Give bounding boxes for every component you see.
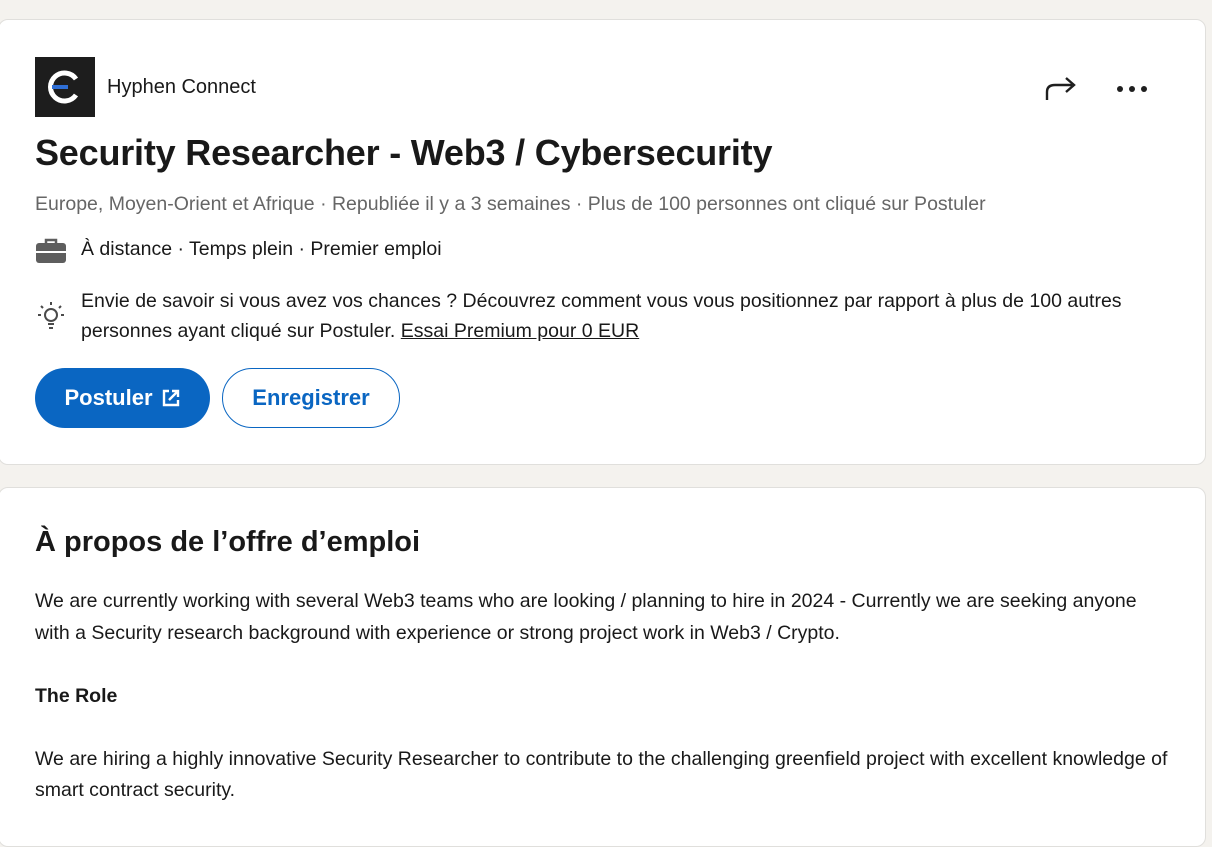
more-options-button[interactable] (1111, 72, 1153, 106)
premium-insight-row: Envie de savoir si vous avez vos chances… (35, 286, 1141, 346)
more-icon (1117, 86, 1147, 92)
job-description: We are currently working with several We… (35, 586, 1175, 838)
description-paragraph: We are currently working with several We… (35, 590, 1137, 644)
action-buttons: Postuler Enregistrer (35, 368, 400, 428)
apply-button[interactable]: Postuler (35, 368, 210, 428)
save-button[interactable]: Enregistrer (222, 368, 400, 428)
company-row: Hyphen Connect (35, 57, 256, 117)
share-button[interactable] (1041, 72, 1081, 106)
premium-trial-link[interactable]: Essai Premium pour 0 EUR (401, 320, 639, 342)
job-title: Security Researcher - Web3 / Cybersecuri… (35, 132, 773, 173)
job-type-row: À distance · Temps plein · Premier emplo… (35, 235, 442, 267)
share-icon (1045, 77, 1076, 100)
about-title: À propos de l’offre d’emploi (35, 526, 421, 558)
hyphen-connect-logo-icon (48, 70, 79, 104)
briefcase-icon (35, 235, 67, 267)
external-link-icon (161, 388, 181, 408)
role-heading: The Role (35, 684, 118, 707)
about-job-card: À propos de l’offre d’emploi We are curr… (0, 487, 1206, 847)
job-meta: Europe, Moyen-Orient et Afrique · Republ… (35, 193, 986, 215)
lightbulb-icon (35, 300, 67, 332)
company-logo[interactable] (35, 57, 95, 117)
description-paragraph: We are hiring a highly innovative Securi… (35, 747, 1168, 802)
job-type-text: À distance · Temps plein · Premier emplo… (81, 238, 442, 260)
premium-insight-text: Envie de savoir si vous avez vos chances… (81, 286, 1141, 346)
company-name[interactable]: Hyphen Connect (107, 76, 256, 99)
job-summary-card: Hyphen Connect Security Researcher - Web… (0, 19, 1206, 465)
apply-button-label: Postuler (64, 385, 153, 410)
